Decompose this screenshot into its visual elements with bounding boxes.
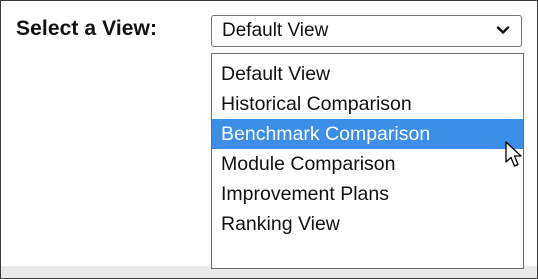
chevron-down-icon bbox=[496, 26, 510, 34]
view-options-list: Default View Historical Comparison Bench… bbox=[211, 53, 524, 269]
option-module-comparison[interactable]: Module Comparison bbox=[212, 149, 523, 179]
view-select-label: Select a View: bbox=[16, 17, 158, 40]
option-default-view[interactable]: Default View bbox=[212, 59, 523, 89]
view-select[interactable]: Default View bbox=[211, 15, 522, 47]
option-benchmark-comparison[interactable]: Benchmark Comparison bbox=[212, 119, 523, 149]
mouse-cursor-icon bbox=[505, 141, 522, 167]
option-ranking-view[interactable]: Ranking View bbox=[212, 209, 523, 239]
view-select-value: Default View bbox=[222, 20, 329, 41]
option-historical-comparison[interactable]: Historical Comparison bbox=[212, 89, 523, 119]
view-selector-panel: Select a View: Default View Default View… bbox=[0, 0, 538, 279]
option-improvement-plans[interactable]: Improvement Plans bbox=[212, 179, 523, 209]
